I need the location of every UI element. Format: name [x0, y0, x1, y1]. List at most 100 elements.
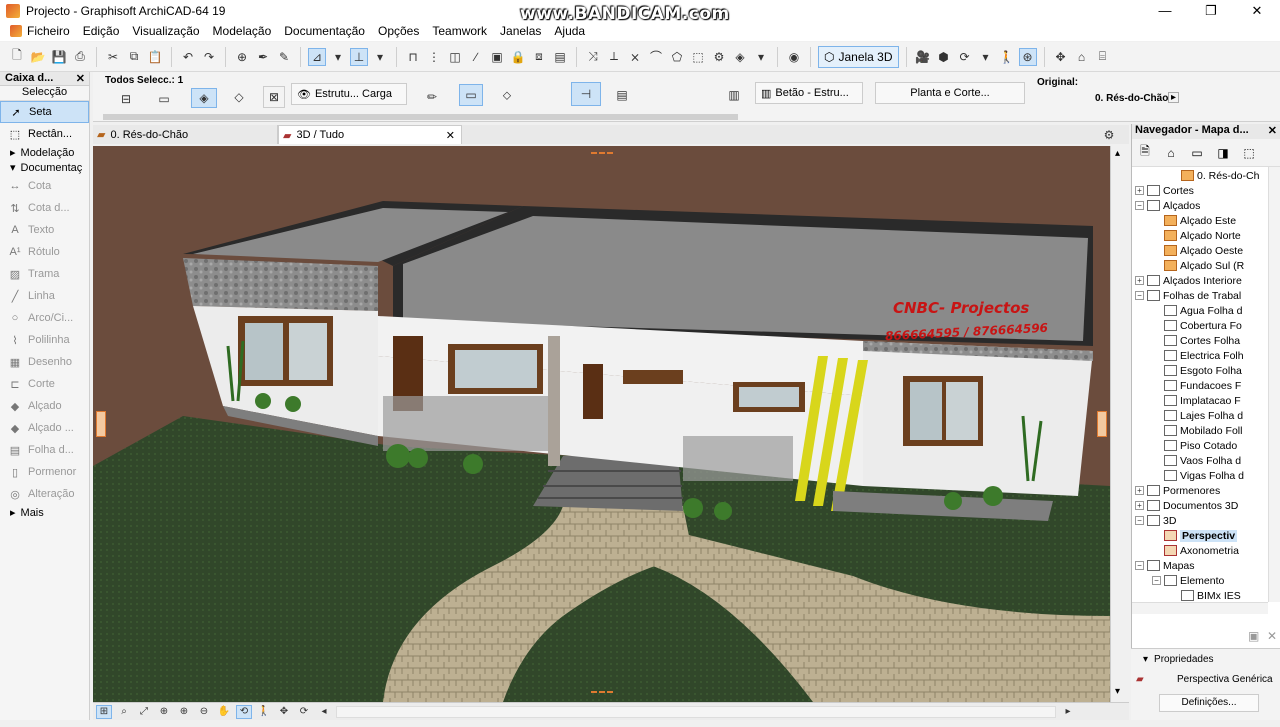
- rotate-view-icon[interactable]: ⟳: [296, 705, 312, 719]
- clone-icon[interactable]: ▣: [1248, 629, 1259, 643]
- gravity-icon[interactable]: ⊿: [308, 47, 326, 66]
- suspend-groups-icon[interactable]: ⧈: [530, 48, 548, 66]
- trace-icon[interactable]: ⊓: [404, 48, 422, 66]
- grid-snap-icon[interactable]: ⋮: [425, 48, 443, 66]
- top-handle[interactable]: [591, 152, 613, 155]
- delete-icon[interactable]: ✕: [1267, 629, 1277, 643]
- group-icon[interactable]: ▣: [488, 48, 506, 66]
- zoom-out-icon[interactable]: ⊖: [196, 705, 212, 719]
- tree-item[interactable]: BIMx IES: [1169, 588, 1241, 603]
- home-icon[interactable]: ⌂: [1073, 48, 1091, 66]
- rotated-method-icon[interactable]: ◈: [191, 88, 217, 108]
- view-settings-icon[interactable]: ⚙: [1100, 126, 1118, 144]
- horizontal-scrollbar[interactable]: [336, 705, 1056, 718]
- plan-icon[interactable]: ⌸: [1094, 48, 1112, 66]
- open-file-icon[interactable]: 📂: [29, 48, 47, 66]
- tool-0[interactable]: ↔ Cota: [0, 175, 89, 197]
- offset-icon[interactable]: ◈: [731, 48, 749, 66]
- scroll-left-icon[interactable]: ◂: [316, 705, 332, 719]
- rotate-rect-icon[interactable]: ⬦: [498, 86, 516, 104]
- intersect-icon[interactable]: ⨯: [626, 48, 644, 66]
- scroll-down-icon[interactable]: ▾: [1115, 686, 1120, 697]
- tool-10[interactable]: ◆ Alçado: [0, 395, 89, 417]
- tree-item[interactable]: Esgoto Folha: [1152, 363, 1242, 378]
- copy-icon[interactable]: ⧉: [125, 48, 143, 66]
- group-modelacao[interactable]: ▸ Modelação: [0, 145, 89, 160]
- tool-8[interactable]: ▦ Desenho: [0, 351, 89, 373]
- tool-14[interactable]: ◎ Alteração: [0, 483, 89, 505]
- tool-2[interactable]: A Texto: [0, 219, 89, 241]
- close-icon[interactable]: ✕: [1268, 124, 1277, 139]
- structure-icon[interactable]: ⊠: [263, 86, 285, 108]
- bottom-handle[interactable]: [591, 691, 613, 694]
- expand-icon[interactable]: +: [1135, 486, 1144, 495]
- rectangle-icon[interactable]: ▭: [459, 84, 483, 106]
- pattern-icon[interactable]: ▥: [725, 86, 743, 104]
- adjust-icon[interactable]: ⟂: [605, 48, 623, 66]
- zoom-window-icon[interactable]: ⌕: [116, 705, 132, 719]
- menu-ajuda[interactable]: Ajuda: [554, 24, 585, 38]
- snap-icon[interactable]: ⊥: [350, 47, 368, 66]
- tree-item[interactable]: Alçado Oeste: [1152, 243, 1243, 258]
- tree-item[interactable]: Perspectiv: [1152, 528, 1238, 543]
- fit-window-icon[interactable]: ⤢: [136, 705, 152, 719]
- view-map-icon[interactable]: ⌂: [1162, 145, 1180, 161]
- tree-item[interactable]: Vaos Folha d: [1152, 453, 1241, 468]
- view-scale-icon[interactable]: ⊞: [96, 704, 112, 719]
- close-tab-icon[interactable]: ✕: [446, 129, 455, 142]
- rect-method-icon[interactable]: ▭: [155, 90, 173, 108]
- menu-janelas[interactable]: Janelas: [500, 24, 541, 38]
- tab-3d[interactable]: ▰ 3D / Tudo ✕: [278, 125, 462, 144]
- tool-11[interactable]: ◆ Alçado ...: [0, 417, 89, 439]
- tree-item[interactable]: − 3D: [1135, 513, 1176, 528]
- group-mais[interactable]: ▸ Mais: [0, 505, 89, 520]
- sun-icon[interactable]: ✥: [1052, 48, 1070, 66]
- tree-item[interactable]: + Documentos 3D: [1135, 498, 1238, 513]
- tree-horizontal-scrollbar[interactable]: [1132, 602, 1268, 614]
- close-window-button[interactable]: ✕: [1234, 0, 1280, 21]
- definitions-button[interactable]: Definições...: [1159, 694, 1259, 712]
- minimize-button[interactable]: —: [1142, 0, 1188, 21]
- zoom-in-icon[interactable]: ⊕: [176, 705, 192, 719]
- tool-3[interactable]: A¹ Rótulo: [0, 241, 89, 263]
- pencil-icon[interactable]: ✏: [423, 88, 441, 106]
- record-icon[interactable]: ◉: [785, 48, 803, 66]
- tree-item[interactable]: Axonometria: [1152, 543, 1239, 558]
- tool-marquee[interactable]: ⬚ Rectân...: [0, 123, 89, 145]
- tree-item[interactable]: Agua Folha d: [1152, 303, 1242, 318]
- properties-toggle[interactable]: ▾ Propriedades: [1143, 654, 1214, 665]
- split-icon[interactable]: ⤨: [584, 48, 602, 66]
- tab-res-do-chao[interactable]: ▰ 0. Rés-do-Chão: [93, 125, 278, 144]
- tree-item[interactable]: 0. Rés-do-Ch: [1169, 168, 1259, 183]
- menu-opcoes[interactable]: Opções: [378, 24, 419, 38]
- tree-item[interactable]: + Cortes: [1135, 183, 1194, 198]
- tree-item[interactable]: Alçado Sul (R: [1152, 258, 1244, 273]
- expand-icon[interactable]: +: [1135, 501, 1144, 510]
- tool-4[interactable]: ▨ Trama: [0, 263, 89, 285]
- tree-item[interactable]: Implatacao F: [1152, 393, 1241, 408]
- tree-item[interactable]: Alçado Norte: [1152, 228, 1241, 243]
- dropdown-arrow-icon[interactable]: ▾: [329, 48, 347, 66]
- layer-icon[interactable]: ◫: [446, 48, 464, 66]
- layout-book-icon[interactable]: ▭: [1188, 145, 1206, 161]
- tree-item[interactable]: + Alçados Interiore: [1135, 273, 1242, 288]
- menu-modelacao[interactable]: Modelação: [213, 24, 272, 38]
- zoom-extents-icon[interactable]: ⊕: [156, 705, 172, 719]
- print-icon[interactable]: ⎙: [71, 48, 89, 66]
- 3d-viewport[interactable]: CNBC- Projectos 866664595 / 876664596: [93, 146, 1110, 702]
- tool-12[interactable]: ▤ Folha d...: [0, 439, 89, 461]
- tool-6[interactable]: ○ Arco/Ci...: [0, 307, 89, 329]
- expand-icon[interactable]: +: [1135, 276, 1144, 285]
- chevron-right-icon[interactable]: ▸: [1168, 92, 1179, 103]
- tree-item[interactable]: − Elemento: [1152, 573, 1224, 588]
- viewport-vertical-scrollbar[interactable]: ▴ ▾: [1110, 146, 1129, 702]
- menu-teamwork[interactable]: Teamwork: [432, 24, 487, 38]
- walk-icon[interactable]: 🚶: [256, 705, 272, 719]
- right-handle[interactable]: [1097, 411, 1107, 437]
- tool-arrow[interactable]: ➚ Seta: [0, 101, 89, 123]
- structure-button[interactable]: 👁 Estrutu... Carga: [291, 83, 407, 105]
- organizer-icon[interactable]: ⬚: [1240, 145, 1258, 161]
- trim-icon[interactable]: ▤: [551, 48, 569, 66]
- tree-item[interactable]: − Alçados: [1135, 198, 1200, 213]
- collapse-icon[interactable]: −: [1135, 291, 1144, 300]
